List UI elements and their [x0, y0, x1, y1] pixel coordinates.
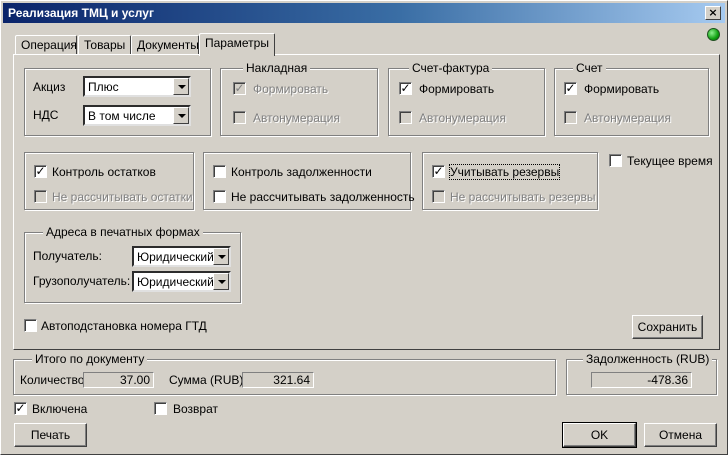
nds-label: НДС — [33, 108, 59, 122]
rezervy-control-label: Учитывать резервы — [448, 164, 561, 180]
schet-faktura-auto-label: Автонумерация — [419, 111, 506, 125]
ostatki-nocalc-checkbox[interactable] — [34, 190, 47, 203]
tax-group: Акциз Плюс НДС В том числе — [24, 68, 211, 136]
schet-title: Счет — [573, 61, 606, 75]
save-button[interactable]: Сохранить — [632, 315, 703, 339]
zadolzh-control-checkbox[interactable] — [213, 165, 226, 178]
zadolzh-nocalc-label: Не рассчитывать задолженность — [231, 190, 415, 204]
included-checkbox[interactable]: ✓ — [14, 402, 27, 415]
tab-operation[interactable]: Операция — [15, 35, 77, 55]
debt-title: Задолженность (RUB) — [583, 352, 713, 366]
return-label: Возврат — [173, 402, 218, 416]
ostatki-control-label: Контроль остатков — [52, 165, 156, 179]
tab-documents[interactable]: Документы — [131, 35, 199, 55]
qty-value: 37.00 — [83, 372, 154, 388]
nakladnaya-form-checkbox[interactable]: ✓ — [233, 82, 246, 95]
schet-faktura-form-checkbox[interactable]: ✓ — [399, 82, 412, 95]
nds-value: В том числе — [88, 109, 156, 123]
status-indicator-icon — [707, 28, 720, 41]
return-checkbox[interactable] — [154, 402, 167, 415]
consignee-select[interactable]: Юридический — [132, 271, 231, 292]
schet-faktura-form-label: Формировать — [419, 82, 495, 96]
chevron-down-icon[interactable] — [173, 107, 189, 124]
nakladnaya-auto-label: Автонумерация — [253, 111, 340, 125]
gtd-checkbox[interactable] — [24, 319, 37, 332]
akciz-value: Плюс — [88, 80, 119, 94]
nakladnaya-form-label: Формировать — [253, 82, 329, 96]
rezervy-nocalc-label: Не рассчитывать резервы — [450, 190, 596, 204]
nakladnaya-auto-checkbox[interactable] — [233, 111, 246, 124]
sum-value: 321.64 — [242, 372, 314, 388]
akciz-select[interactable]: Плюс — [83, 76, 191, 97]
current-time-checkbox[interactable] — [609, 154, 622, 167]
totals-group: Итого по документу Количество 37.00 Сумм… — [13, 352, 556, 395]
nakladnaya-title: Накладная — [243, 61, 311, 75]
rezervy-group: ✓ Учитывать резервы Не рассчитывать резе… — [422, 152, 598, 210]
zadolzh-nocalc-checkbox[interactable] — [213, 190, 226, 203]
zadolzh-control-label: Контроль задолженности — [231, 165, 372, 179]
chevron-down-icon[interactable] — [173, 78, 189, 95]
recipient-value: Юридический — [137, 250, 214, 264]
consignee-value: Юридический — [137, 275, 214, 289]
schet-faktura-group: Счет-фактура ✓ Формировать Автонумерация — [388, 61, 545, 136]
cancel-button[interactable]: Отмена — [644, 423, 717, 447]
consignee-label: Грузополучатель: — [33, 274, 131, 288]
totals-title: Итого по документу — [32, 352, 148, 366]
addresses-group: Адреса в печатных формах Получатель: Юри… — [24, 225, 241, 303]
gtd-label: Автоподстановка номера ГТД — [41, 319, 207, 333]
window-title: Реализация ТМЦ и услуг — [8, 6, 154, 20]
akciz-label: Акциз — [33, 80, 66, 94]
zadolzh-group: Контроль задолженности Не рассчитывать з… — [203, 152, 415, 210]
schet-auto-label: Автонумерация — [584, 111, 671, 125]
recipient-label: Получатель: — [33, 249, 102, 263]
ostatki-nocalc-label: Не рассчитывать остатки — [52, 190, 193, 204]
qty-label: Количество — [20, 373, 85, 387]
ostatki-group: ✓ Контроль остатков Не рассчитывать оста… — [24, 152, 194, 210]
print-button[interactable]: Печать — [14, 423, 87, 447]
recipient-select[interactable]: Юридический — [132, 246, 231, 267]
rezervy-nocalc-checkbox[interactable] — [432, 190, 445, 203]
close-icon[interactable]: × — [705, 6, 721, 20]
schet-auto-checkbox[interactable] — [564, 111, 577, 124]
ok-button[interactable]: OK — [562, 422, 637, 448]
rezervy-control-checkbox[interactable]: ✓ — [432, 165, 445, 178]
current-time-label: Текущее время — [627, 154, 713, 168]
schet-group: Счет ✓ Формировать Автонумерация — [554, 61, 709, 136]
nds-select[interactable]: В том числе — [83, 105, 191, 126]
nakladnaya-group: Накладная ✓ Формировать Автонумерация — [220, 61, 378, 136]
addresses-title: Адреса в печатных формах — [43, 225, 203, 239]
schet-faktura-auto-checkbox[interactable] — [399, 111, 412, 124]
ostatki-control-checkbox[interactable]: ✓ — [34, 165, 47, 178]
chevron-down-icon[interactable] — [213, 273, 229, 290]
debt-value: -478.36 — [591, 372, 692, 388]
included-label: Включена — [32, 402, 88, 416]
schet-form-label: Формировать — [584, 82, 660, 96]
title-bar[interactable]: Реализация ТМЦ и услуг × — [3, 3, 725, 23]
tab-parameters[interactable]: Параметры — [199, 33, 275, 56]
schet-faktura-title: Счет-фактура — [409, 61, 493, 75]
tab-goods[interactable]: Товары — [78, 35, 131, 55]
debt-group: Задолженность (RUB) -478.36 — [566, 352, 717, 395]
chevron-down-icon[interactable] — [213, 248, 229, 265]
schet-form-checkbox[interactable]: ✓ — [564, 82, 577, 95]
dialog-window: Реализация ТМЦ и услуг × Операция Товары… — [0, 0, 728, 455]
sum-label: Сумма (RUB) — [169, 373, 244, 387]
